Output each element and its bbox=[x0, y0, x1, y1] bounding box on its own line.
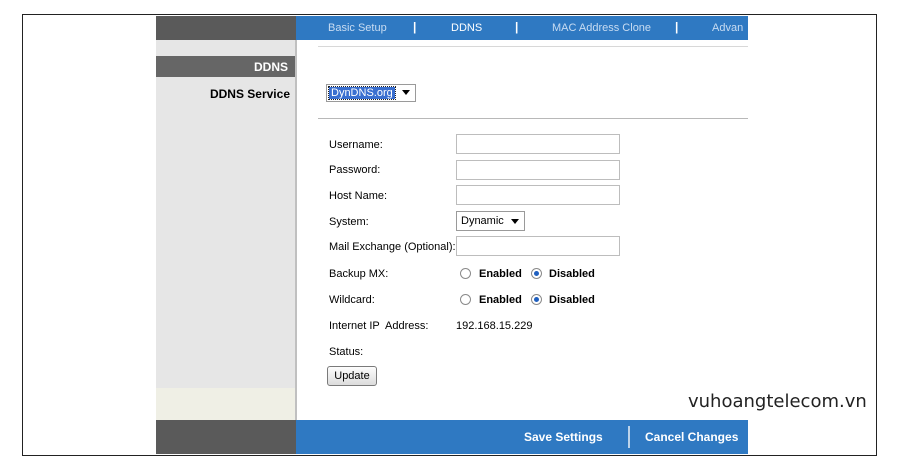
hostname-label: Host Name: bbox=[329, 190, 388, 202]
backup-mx-label: Backup MX: bbox=[329, 268, 389, 280]
wildcard-enabled-label: Enabled bbox=[479, 294, 522, 306]
chevron-down-icon bbox=[511, 219, 519, 224]
backup-mx-enabled-radio[interactable] bbox=[460, 268, 471, 279]
sidebar-item-ddns-service: DDNS Service bbox=[209, 87, 290, 101]
section-divider bbox=[318, 118, 748, 119]
tab-advanced[interactable]: Advan bbox=[712, 22, 743, 34]
sidebar-section-title: DDNS bbox=[253, 60, 288, 74]
nav-separator: | bbox=[515, 20, 519, 34]
update-button[interactable]: Update bbox=[327, 366, 377, 386]
mail-exchange-field[interactable] bbox=[456, 236, 620, 256]
wildcard-disabled-radio[interactable] bbox=[531, 294, 542, 305]
password-label: Password: bbox=[329, 164, 381, 176]
chevron-down-icon bbox=[402, 90, 410, 95]
system-label: System: bbox=[329, 216, 369, 228]
content-top-divider bbox=[318, 46, 748, 47]
watermark-text: vuhoangtelecom.vn bbox=[688, 391, 867, 412]
footer-bar: Save Settings Cancel Changes bbox=[296, 420, 748, 454]
sidebar-bottom-panel bbox=[156, 388, 296, 420]
backup-mx-disabled-label: Disabled bbox=[549, 268, 595, 280]
hostname-field[interactable] bbox=[456, 185, 620, 205]
password-field[interactable] bbox=[456, 160, 620, 180]
sidebar-divider bbox=[295, 40, 297, 420]
system-selected: Dynamic bbox=[461, 215, 504, 227]
footer-left-block bbox=[156, 420, 296, 454]
screenshot-frame bbox=[22, 14, 877, 456]
sidebar-section-header: DDNS bbox=[156, 56, 296, 77]
footer-separator bbox=[628, 426, 630, 448]
tab-basic-setup[interactable]: Basic Setup bbox=[328, 22, 387, 34]
nav-separator: | bbox=[413, 20, 417, 34]
system-select[interactable]: Dynamic bbox=[456, 211, 525, 231]
cancel-changes-button[interactable]: Cancel Changes bbox=[645, 430, 738, 444]
ddns-service-selected: DynDNS.org bbox=[328, 86, 396, 100]
tab-mac-address-clone[interactable]: MAC Address Clone bbox=[552, 22, 651, 34]
ddns-service-select[interactable]: DynDNS.org bbox=[326, 84, 416, 102]
top-nav-bar: Basic Setup | DDNS | MAC Address Clone |… bbox=[296, 16, 748, 40]
save-settings-button[interactable]: Save Settings bbox=[524, 430, 603, 444]
nav-separator: | bbox=[675, 20, 679, 34]
internet-ip-label: Internet IP Address: bbox=[329, 320, 429, 332]
tab-ddns[interactable]: DDNS bbox=[451, 22, 482, 34]
username-field[interactable] bbox=[456, 134, 620, 154]
internet-ip-value: 192.168.15.229 bbox=[456, 320, 533, 332]
wildcard-label: Wildcard: bbox=[329, 294, 375, 306]
wildcard-enabled-radio[interactable] bbox=[460, 294, 471, 305]
status-label: Status: bbox=[329, 346, 364, 358]
backup-mx-enabled-label: Enabled bbox=[479, 268, 522, 280]
username-label: Username: bbox=[329, 139, 383, 151]
nav-left-block bbox=[156, 16, 296, 40]
wildcard-disabled-label: Disabled bbox=[549, 294, 595, 306]
backup-mx-disabled-radio[interactable] bbox=[531, 268, 542, 279]
mail-exchange-label: Mail Exchange (Optional): bbox=[329, 241, 456, 253]
